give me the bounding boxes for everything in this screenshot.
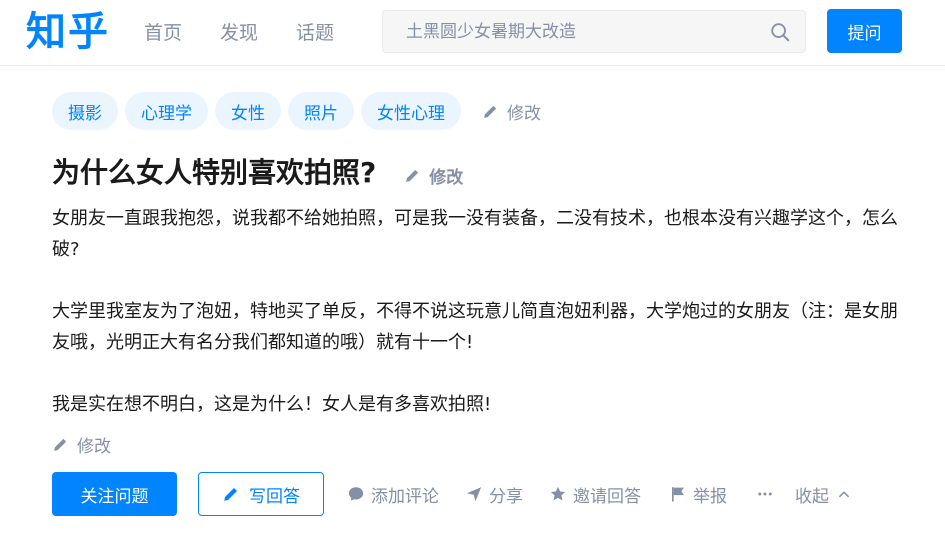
share-label: 分享: [489, 486, 523, 507]
share-icon: [466, 487, 482, 502]
topic-list: 摄影 心理学 女性 照片 女性心理 修改: [52, 92, 541, 130]
edit-label: 修改: [507, 103, 541, 124]
add-comment-button[interactable]: 添加评论: [347, 482, 439, 507]
edit-title-button[interactable]: 修改: [404, 163, 463, 188]
topic-tag[interactable]: 女性: [215, 92, 281, 130]
zhihu-logo[interactable]: 知乎: [26, 6, 110, 58]
search-input[interactable]: [383, 11, 763, 52]
nav-explore[interactable]: 发现: [220, 20, 258, 46]
topic-tag[interactable]: 照片: [288, 92, 354, 130]
detail-paragraph: 我是实在想不明白，这是为什么！女人是有多喜欢拍照!: [52, 394, 492, 415]
question-actions: 关注问题 写回答 添加评论 分享 邀请回答 举报 收起: [52, 472, 851, 516]
more-button[interactable]: [755, 485, 775, 503]
pencil-icon: [406, 169, 419, 182]
search-icon[interactable]: [769, 21, 791, 43]
chevron-up-icon: [839, 491, 849, 498]
nav-topics[interactable]: 话题: [296, 20, 334, 46]
star-icon: [550, 486, 566, 501]
pencil-icon: [484, 105, 497, 118]
more-icon: [758, 492, 772, 496]
write-answer-label: 写回答: [249, 486, 300, 507]
nav-home[interactable]: 首页: [144, 20, 182, 46]
write-answer-button[interactable]: 写回答: [198, 472, 324, 516]
report-button[interactable]: 举报: [669, 482, 727, 507]
pencil-icon: [224, 488, 237, 501]
search-box: [382, 10, 806, 53]
share-button[interactable]: 分享: [465, 482, 523, 507]
ask-question-button[interactable]: 提问: [827, 9, 902, 53]
question-header: 为什么女人特别喜欢拍照? 修改: [52, 154, 463, 192]
topic-tag[interactable]: 摄影: [52, 92, 118, 130]
report-label: 举报: [693, 486, 727, 507]
comment-label: 添加评论: [371, 486, 439, 507]
main-nav: 首页 发现 话题: [144, 20, 334, 46]
invite-label: 邀请回答: [573, 486, 641, 507]
edit-topics-button[interactable]: 修改: [482, 99, 541, 124]
follow-question-button[interactable]: 关注问题: [52, 472, 177, 516]
edit-detail-button[interactable]: 修改: [52, 432, 111, 457]
question-title: 为什么女人特别喜欢拍照?: [52, 156, 377, 189]
topic-tag[interactable]: 心理学: [125, 92, 208, 130]
comment-icon: [348, 487, 364, 501]
detail-paragraph: 大学里我室友为了泡妞，特地买了单反，不得不说这玩意儿简直泡妞利器，大学炮过的女朋…: [52, 301, 898, 353]
pencil-icon: [54, 438, 67, 451]
top-bar: 知乎 首页 发现 话题 提问: [0, 0, 945, 66]
edit-label: 修改: [429, 167, 464, 188]
edit-label: 修改: [77, 437, 111, 457]
topic-tag[interactable]: 女性心理: [361, 92, 461, 130]
detail-paragraph: 女朋友一直跟我抱怨，说我都不给她拍照，可是我一没有装备，二没有技术，也根本没有兴…: [52, 208, 898, 260]
invite-answer-button[interactable]: 邀请回答: [549, 482, 641, 507]
question-detail: 女朋友一直跟我抱怨，说我都不给她拍照，可是我一没有装备，二没有技术，也根本没有兴…: [52, 203, 902, 420]
collapse-label: 收起: [795, 486, 829, 507]
collapse-button[interactable]: 收起: [795, 482, 851, 507]
flag-icon: [672, 487, 684, 502]
